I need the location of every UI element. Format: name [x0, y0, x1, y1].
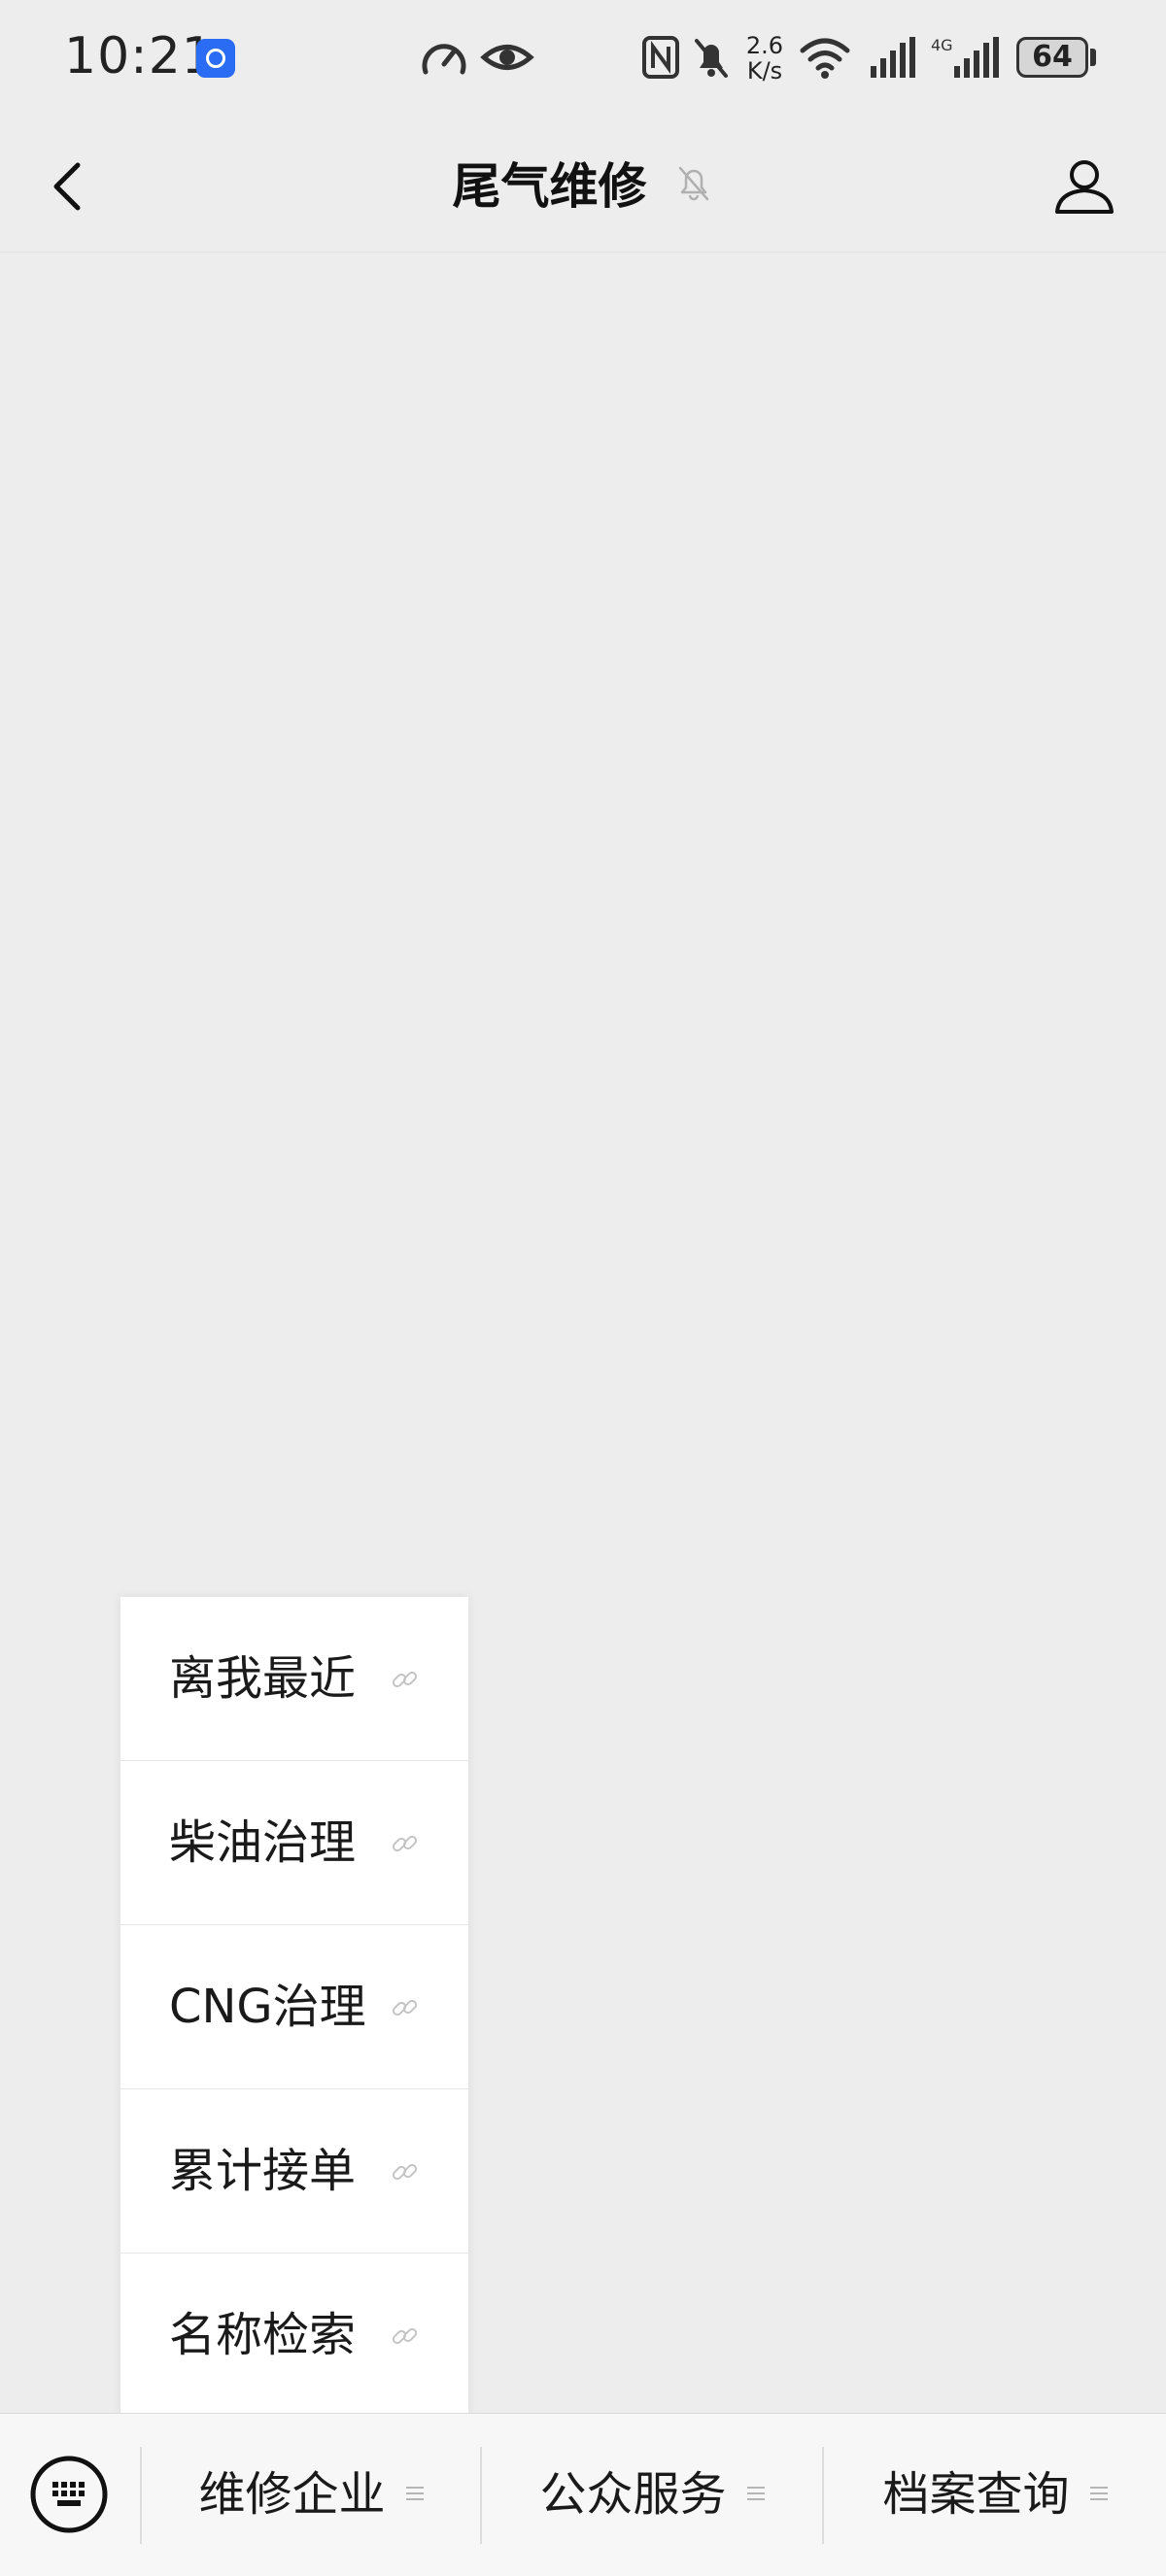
- link-icon: [392, 1999, 418, 2017]
- net-speed-unit: K/s: [746, 57, 783, 85]
- speedometer-icon: [422, 44, 466, 75]
- bottom-tab-public-service[interactable]: 公众服务: [482, 2414, 822, 2575]
- muted-bell-icon: [678, 166, 708, 201]
- link-icon: [392, 1671, 418, 1688]
- signal-4g-icon: 4G: [931, 36, 999, 78]
- battery-icon: 64: [1016, 37, 1088, 78]
- link-icon: [392, 1835, 418, 1852]
- nav-title-group: 尾气维修: [0, 148, 1166, 218]
- nav-divider: [0, 252, 1166, 253]
- menu-lines-icon: [405, 2414, 424, 2575]
- bottom-tab-archive-query[interactable]: 档案查询: [824, 2414, 1166, 2575]
- sub-menu-item-total-orders[interactable]: 累计接单: [120, 2089, 468, 2254]
- eye-icon: [480, 45, 534, 70]
- bottom-tab-label: 公众服务: [539, 2467, 727, 2522]
- bottom-tab-repair-enterprise[interactable]: 维修企业: [142, 2414, 480, 2575]
- sub-menu-item-label: 名称检索: [169, 2308, 357, 2362]
- signal-icon: [871, 37, 915, 78]
- network-type: 4G: [931, 36, 953, 54]
- status-time: 10:21: [64, 27, 215, 85]
- bottom-tab-label: 档案查询: [882, 2467, 1070, 2522]
- bottom-tab-label: 维修企业: [198, 2467, 386, 2522]
- link-icon: [392, 2163, 418, 2181]
- menu-lines-icon: [746, 2414, 765, 2575]
- sub-menu-popup: 离我最近 柴油治理 CNG治理 累计接单 名称检索: [120, 1597, 468, 2415]
- net-speed: 2.6 K/s: [740, 33, 789, 84]
- page-title: 尾气维修: [452, 158, 647, 215]
- sub-menu-item-name-search[interactable]: 名称检索: [120, 2254, 468, 2415]
- menu-lines-icon: [1089, 2414, 1108, 2575]
- nfc-icon: [642, 36, 679, 79]
- sub-menu-item-label: 累计接单: [169, 2144, 357, 2198]
- sub-menu-item-label: 柴油治理: [169, 1815, 357, 1870]
- mute-bell-icon: [695, 39, 728, 78]
- sub-menu-item-nearest[interactable]: 离我最近: [120, 1597, 468, 1761]
- status-bar: 10:21 2.6 K/s 4G 64: [0, 0, 1166, 117]
- sub-menu-item-label: 离我最近: [169, 1651, 357, 1706]
- link-icon: [392, 2327, 418, 2345]
- keyboard-icon[interactable]: [29, 2455, 109, 2534]
- app-notification-icon: [196, 39, 235, 78]
- bottom-menu-bar: 维修企业 公众服务 档案查询: [0, 2413, 1166, 2576]
- sub-menu-item-diesel[interactable]: 柴油治理: [120, 1761, 468, 1925]
- wifi-icon: [800, 38, 850, 79]
- sub-menu-item-label: CNG治理: [169, 1980, 366, 2034]
- profile-icon[interactable]: [1053, 155, 1115, 218]
- net-speed-value: 2.6: [745, 32, 784, 59]
- battery-level: 64: [1032, 40, 1073, 74]
- battery-cap: [1090, 49, 1096, 66]
- nav-bar: 尾气维修: [0, 117, 1166, 253]
- sub-menu-item-cng[interactable]: CNG治理: [120, 1925, 468, 2089]
